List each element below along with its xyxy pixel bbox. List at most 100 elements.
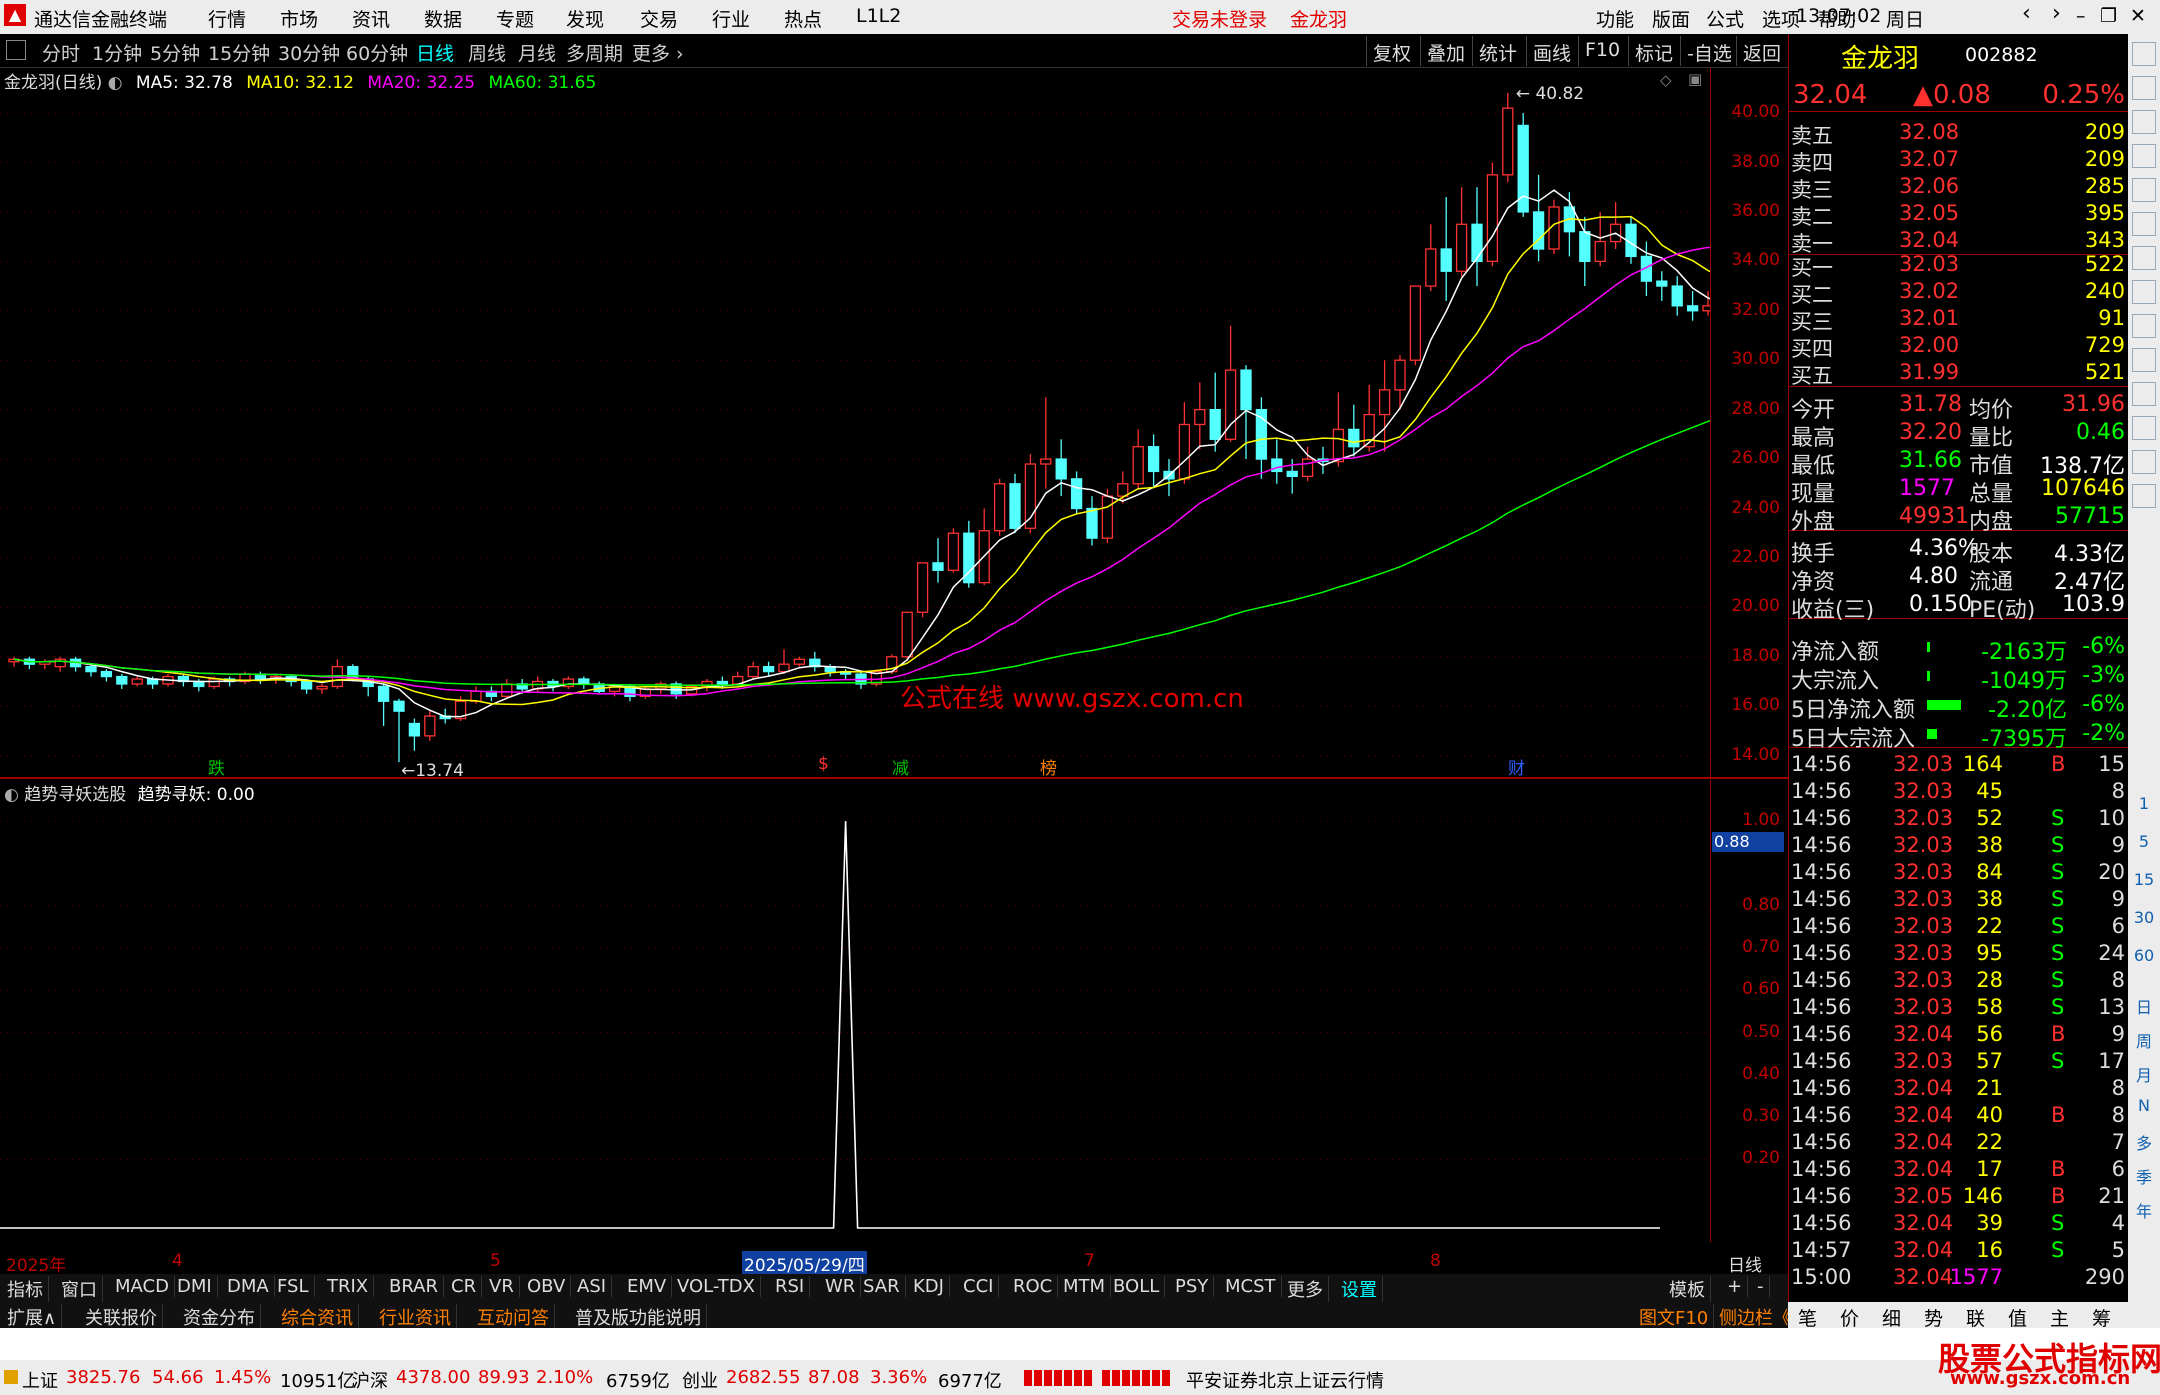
orderbook-row[interactable]: 卖四 32.07 209 bbox=[1789, 147, 2129, 175]
indicator-tab[interactable]: PSY bbox=[1170, 1276, 1215, 1297]
hs-index-label[interactable]: 沪深 bbox=[352, 1367, 388, 1393]
event-marker[interactable]: 跌 bbox=[208, 754, 225, 779]
f2-icon[interactable] bbox=[2132, 416, 2156, 440]
period-tab[interactable]: 周线 bbox=[468, 39, 506, 66]
menu-item[interactable]: 版面 bbox=[1652, 5, 1690, 32]
indicator-tab[interactable]: DMA bbox=[222, 1276, 275, 1297]
period-shortcut[interactable]: 多 bbox=[2132, 1130, 2156, 1154]
ext-tab[interactable]: 行业资讯 bbox=[374, 1304, 457, 1330]
arrow-up-icon[interactable] bbox=[2132, 76, 2156, 100]
orderbook-row[interactable]: 买三 32.01 91 bbox=[1789, 306, 2129, 334]
bars-icon[interactable] bbox=[2132, 246, 2156, 270]
period-tab[interactable]: 60分钟 bbox=[346, 39, 408, 66]
event-marker[interactable]: 财 bbox=[1508, 754, 1525, 779]
quote-tab[interactable]: 笔 bbox=[1798, 1304, 1817, 1331]
ext-tab[interactable]: 关联报价 bbox=[80, 1304, 163, 1330]
quote-tab[interactable]: 筹 bbox=[2092, 1304, 2111, 1331]
indicator-tab[interactable]: 指标 bbox=[2, 1276, 49, 1302]
remove-window-icon[interactable]: - bbox=[1752, 1276, 1770, 1297]
indicator-tab[interactable]: ASI bbox=[572, 1276, 613, 1297]
event-marker[interactable]: 减 bbox=[892, 754, 909, 779]
login-status[interactable]: 交易未登录 bbox=[1172, 5, 1267, 32]
arrow-down-icon[interactable] bbox=[2132, 110, 2156, 134]
f10-button[interactable]: 图文F10 bbox=[1634, 1304, 1715, 1330]
toolbar-button[interactable]: 标记 bbox=[1628, 36, 1679, 66]
period-shortcut[interactable]: 60 bbox=[2132, 946, 2156, 970]
indicator-tab[interactable]: MCST bbox=[1220, 1276, 1282, 1297]
chart-icon[interactable] bbox=[2132, 144, 2156, 168]
f10-icon[interactable] bbox=[2132, 314, 2156, 338]
chevron-up-icon[interactable] bbox=[2132, 42, 2156, 66]
period-tab[interactable]: 1分钟 bbox=[92, 39, 142, 66]
indicator-tab[interactable]: 窗口 bbox=[56, 1276, 103, 1302]
menu-item[interactable]: 功能 bbox=[1596, 5, 1634, 32]
menu-item[interactable]: L1L2 bbox=[856, 5, 901, 27]
indicator-plot[interactable] bbox=[0, 780, 1710, 1242]
menu-item[interactable]: 专题 bbox=[496, 5, 534, 32]
indicator-tab[interactable]: RSI bbox=[770, 1276, 811, 1297]
indicator-tab[interactable]: VR bbox=[484, 1276, 520, 1297]
menu-icon[interactable] bbox=[2132, 450, 2156, 474]
ext-tab[interactable]: 普及版功能说明 bbox=[570, 1304, 707, 1330]
orderbook-row[interactable]: 卖一 32.04 343 bbox=[1789, 228, 2129, 256]
list-icon[interactable] bbox=[2132, 280, 2156, 304]
indicator-tab[interactable]: 设置 bbox=[1336, 1276, 1383, 1302]
orderbook-row[interactable]: 买五 31.99 521 bbox=[1789, 360, 2129, 388]
quote-tab[interactable]: 主 bbox=[2050, 1304, 2069, 1331]
menu-item[interactable]: 资讯 bbox=[352, 5, 390, 32]
period-tab[interactable]: 分时 bbox=[42, 39, 80, 66]
quote-tab[interactable]: 联 bbox=[1966, 1304, 1985, 1331]
period-shortcut[interactable]: 日 bbox=[2132, 994, 2156, 1018]
menu-item[interactable]: 发现 bbox=[566, 5, 604, 32]
indicator-tab[interactable]: KDJ bbox=[908, 1276, 950, 1297]
period-shortcut[interactable]: N bbox=[2132, 1096, 2156, 1120]
ext-tab[interactable]: 扩展∧ bbox=[2, 1304, 63, 1330]
indicator-tab[interactable]: EMV bbox=[622, 1276, 673, 1297]
kline-chart[interactable]: 金龙羽(日线) ◐ MA5: 32.78 MA10: 32.12 MA20: 3… bbox=[0, 68, 1788, 779]
menu-item[interactable]: 热点 bbox=[784, 5, 822, 32]
indicator-tab[interactable]: BRAR bbox=[384, 1276, 444, 1297]
period-shortcut[interactable]: 30 bbox=[2132, 908, 2156, 932]
template-button[interactable]: 模板 bbox=[1664, 1276, 1711, 1302]
close-icon[interactable]: ✕ bbox=[2130, 5, 2146, 27]
add-window-icon[interactable]: + bbox=[1722, 1276, 1749, 1297]
maximize-icon[interactable]: ❐ bbox=[2100, 5, 2117, 27]
line-icon[interactable] bbox=[2132, 212, 2156, 236]
indicator-chart[interactable]: ◐ 趋势寻妖选股 趋势寻妖: 0.00 1.00 0.80 0.70 0.60 0.50… bbox=[0, 780, 1788, 1242]
indicator-tab[interactable]: WR bbox=[820, 1276, 862, 1297]
period-tab[interactable]: 更多 › bbox=[632, 39, 684, 66]
indicator-tab[interactable]: MTM bbox=[1058, 1276, 1112, 1297]
menu-item[interactable]: 交易 bbox=[640, 5, 678, 32]
period-shortcut[interactable]: 5 bbox=[2132, 832, 2156, 856]
quote-tab[interactable]: 值 bbox=[2008, 1304, 2027, 1331]
cy-index-label[interactable]: 创业 bbox=[682, 1367, 718, 1393]
board-icon[interactable] bbox=[2132, 382, 2156, 406]
orderbook-row[interactable]: 卖二 32.05 395 bbox=[1789, 201, 2129, 229]
orderbook-row[interactable]: 买四 32.00 729 bbox=[1789, 333, 2129, 361]
period-tab[interactable]: 多周期 bbox=[566, 39, 623, 66]
menu-item[interactable]: 数据 bbox=[424, 5, 462, 32]
quote-tab[interactable]: 细 bbox=[1882, 1304, 1901, 1331]
period-tab[interactable]: 15分钟 bbox=[208, 39, 270, 66]
toolbar-button[interactable]: 统计 bbox=[1472, 36, 1523, 66]
back-icon[interactable]: ‹ bbox=[2022, 1, 2031, 26]
indicator-tab[interactable]: MACD bbox=[110, 1276, 175, 1297]
period-tab[interactable]: 月线 bbox=[518, 39, 556, 66]
indicator-tab[interactable]: CR bbox=[446, 1276, 483, 1297]
indicator-tab[interactable]: 更多 bbox=[1282, 1276, 1329, 1302]
quote-tab[interactable]: 价 bbox=[1840, 1304, 1859, 1331]
indicator-tab[interactable]: FSL bbox=[272, 1276, 315, 1297]
forward-icon[interactable]: › bbox=[2052, 1, 2061, 26]
period-shortcut[interactable]: 周 bbox=[2132, 1028, 2156, 1052]
orderbook-row[interactable]: 卖五 32.08 209 bbox=[1789, 120, 2129, 148]
toolbar-button[interactable]: 复权 bbox=[1366, 36, 1417, 66]
indicator-tab[interactable]: TRIX bbox=[322, 1276, 375, 1297]
event-marker[interactable]: $ bbox=[818, 754, 829, 774]
ext-tab[interactable]: 资金分布 bbox=[178, 1304, 261, 1330]
panel-toggle-icon[interactable] bbox=[6, 40, 26, 60]
minimize-icon[interactable]: – bbox=[2076, 5, 2086, 27]
table-icon[interactable] bbox=[2132, 348, 2156, 372]
orderbook-row[interactable]: 卖三 32.06 285 bbox=[1789, 174, 2129, 202]
indicator-tab[interactable]: VOL-TDX bbox=[672, 1276, 761, 1297]
sh-index-label[interactable]: 上证 bbox=[22, 1367, 58, 1393]
